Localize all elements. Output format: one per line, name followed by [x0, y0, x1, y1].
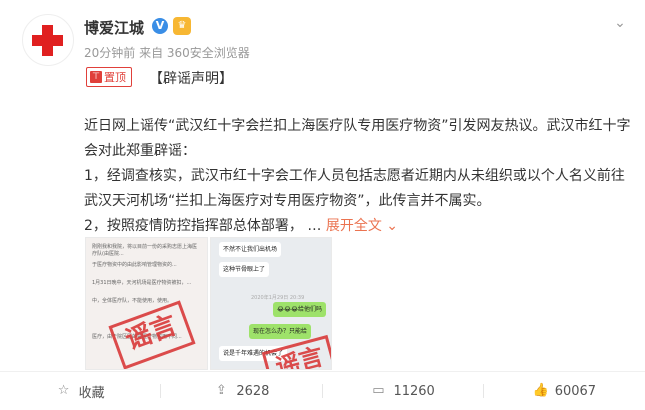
star-icon: ☆ — [57, 383, 70, 398]
action-bar: ☆ 收藏 ⇪ 2628 ▭ 11260 👍 60067 — [0, 371, 645, 410]
post-content: 近日网上谣传“武汉红十字会拦扣上海医疗队专用医疗物资”引发网友热议。武汉市红十字… — [84, 114, 632, 239]
like-button[interactable]: 👍 60067 — [484, 372, 645, 410]
comment-button[interactable]: ▭ 11260 — [323, 372, 485, 410]
thumbs-up-icon: 👍 — [532, 383, 549, 398]
verified-icon: V — [152, 18, 168, 34]
chevron-down-icon[interactable]: ⌄ — [611, 14, 629, 32]
collect-button[interactable]: ☆ 收藏 — [0, 372, 162, 410]
post-paragraph: 2，按照疫情防控指挥部总体部署， … 展开全文 ⌄ — [84, 218, 399, 234]
pinned-badge: ⊤ 置顶 — [86, 67, 132, 87]
crown-icon: ♛ — [173, 17, 191, 35]
ellipsis: … — [307, 218, 322, 234]
post-tag: 【辟谣声明】 — [149, 71, 233, 87]
post-paragraph: 近日网上谣传“武汉红十字会拦扣上海医疗队专用医疗物资”引发网友热议。武汉市红十字… — [84, 118, 631, 159]
comment-icon: ▭ — [372, 383, 385, 398]
avatar[interactable] — [22, 14, 74, 66]
repost-button[interactable]: ⇪ 2628 — [161, 372, 323, 410]
pinned-label: 置顶 — [104, 71, 126, 84]
post-image-chat[interactable]: 不然不让我们出机场 这种节骨眼上了 2020年1月29日 20:39 😂😂😂给他… — [210, 237, 332, 370]
post-image-document[interactable]: 刚刚我和我院，将以目前一份的采购志愿上海医疗队(由医院... 于医疗物资中的由此… — [85, 237, 208, 370]
post-paragraph: 1，经调查核实，武汉市红十字会工作人员包括志愿者近期内从未组织或以个人名义前往武… — [84, 168, 625, 209]
rumor-stamp: 谣言 — [108, 300, 196, 369]
rumor-stamp: 谣言 — [261, 334, 331, 369]
username[interactable]: 博爱江城 — [84, 17, 144, 38]
repost-icon: ⇪ — [215, 383, 227, 398]
post-meta: 20分钟前 来自 360安全浏览器 — [84, 46, 250, 60]
pin-icon: ⊤ — [90, 71, 102, 83]
expand-full-text-link[interactable]: 展开全文 ⌄ — [326, 218, 398, 234]
